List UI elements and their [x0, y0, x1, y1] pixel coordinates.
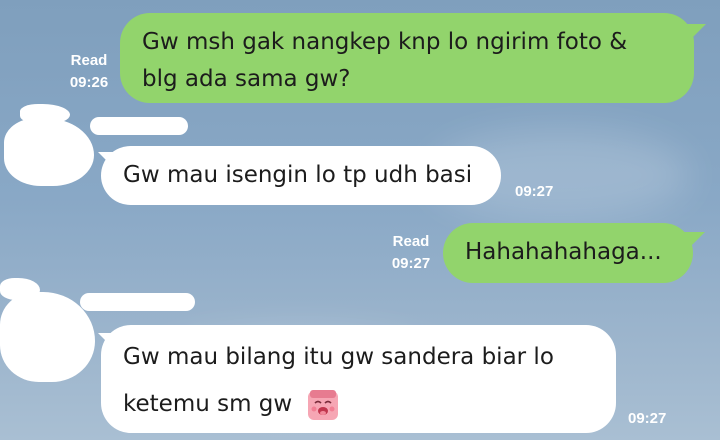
incoming-message-bubble[interactable]: Gw mau isengin lo tp udh basi [101, 146, 501, 205]
blushing-face-sticker-icon [307, 389, 338, 420]
message-time: 09:27 [515, 183, 554, 200]
message-time: 09:27 [391, 255, 431, 272]
read-receipt: Read 09:26 [60, 50, 118, 94]
message-text-line: ketemu sm gw [123, 386, 594, 423]
bubble-tail [684, 24, 706, 46]
read-status: Read [70, 52, 108, 69]
message-text: Hahahahahaga... [465, 239, 662, 265]
outgoing-message-bubble[interactable]: Hahahahahaga... [443, 223, 693, 283]
message-text-line: blg ada sama gw? [142, 66, 351, 92]
message-time: 09:26 [69, 74, 109, 91]
message-text: Gw mau isengin lo tp udh basi [123, 162, 473, 188]
message-time: 09:27 [628, 410, 667, 427]
bubble-tail [683, 232, 705, 254]
read-receipt: Read 09:27 [382, 231, 440, 275]
message-text-line: Gw msh gak nangkep knp lo ngirim foto & [142, 29, 628, 55]
message-text-line: Gw mau bilang itu gw sandera biar lo [123, 344, 554, 370]
outgoing-message-bubble[interactable]: Gw msh gak nangkep knp lo ngirim foto & … [120, 13, 694, 103]
message-text-line-text: ketemu sm gw [123, 391, 293, 417]
read-status: Read [392, 233, 430, 250]
incoming-message-bubble[interactable]: Gw mau bilang itu gw sandera biar lo ket… [101, 325, 616, 433]
